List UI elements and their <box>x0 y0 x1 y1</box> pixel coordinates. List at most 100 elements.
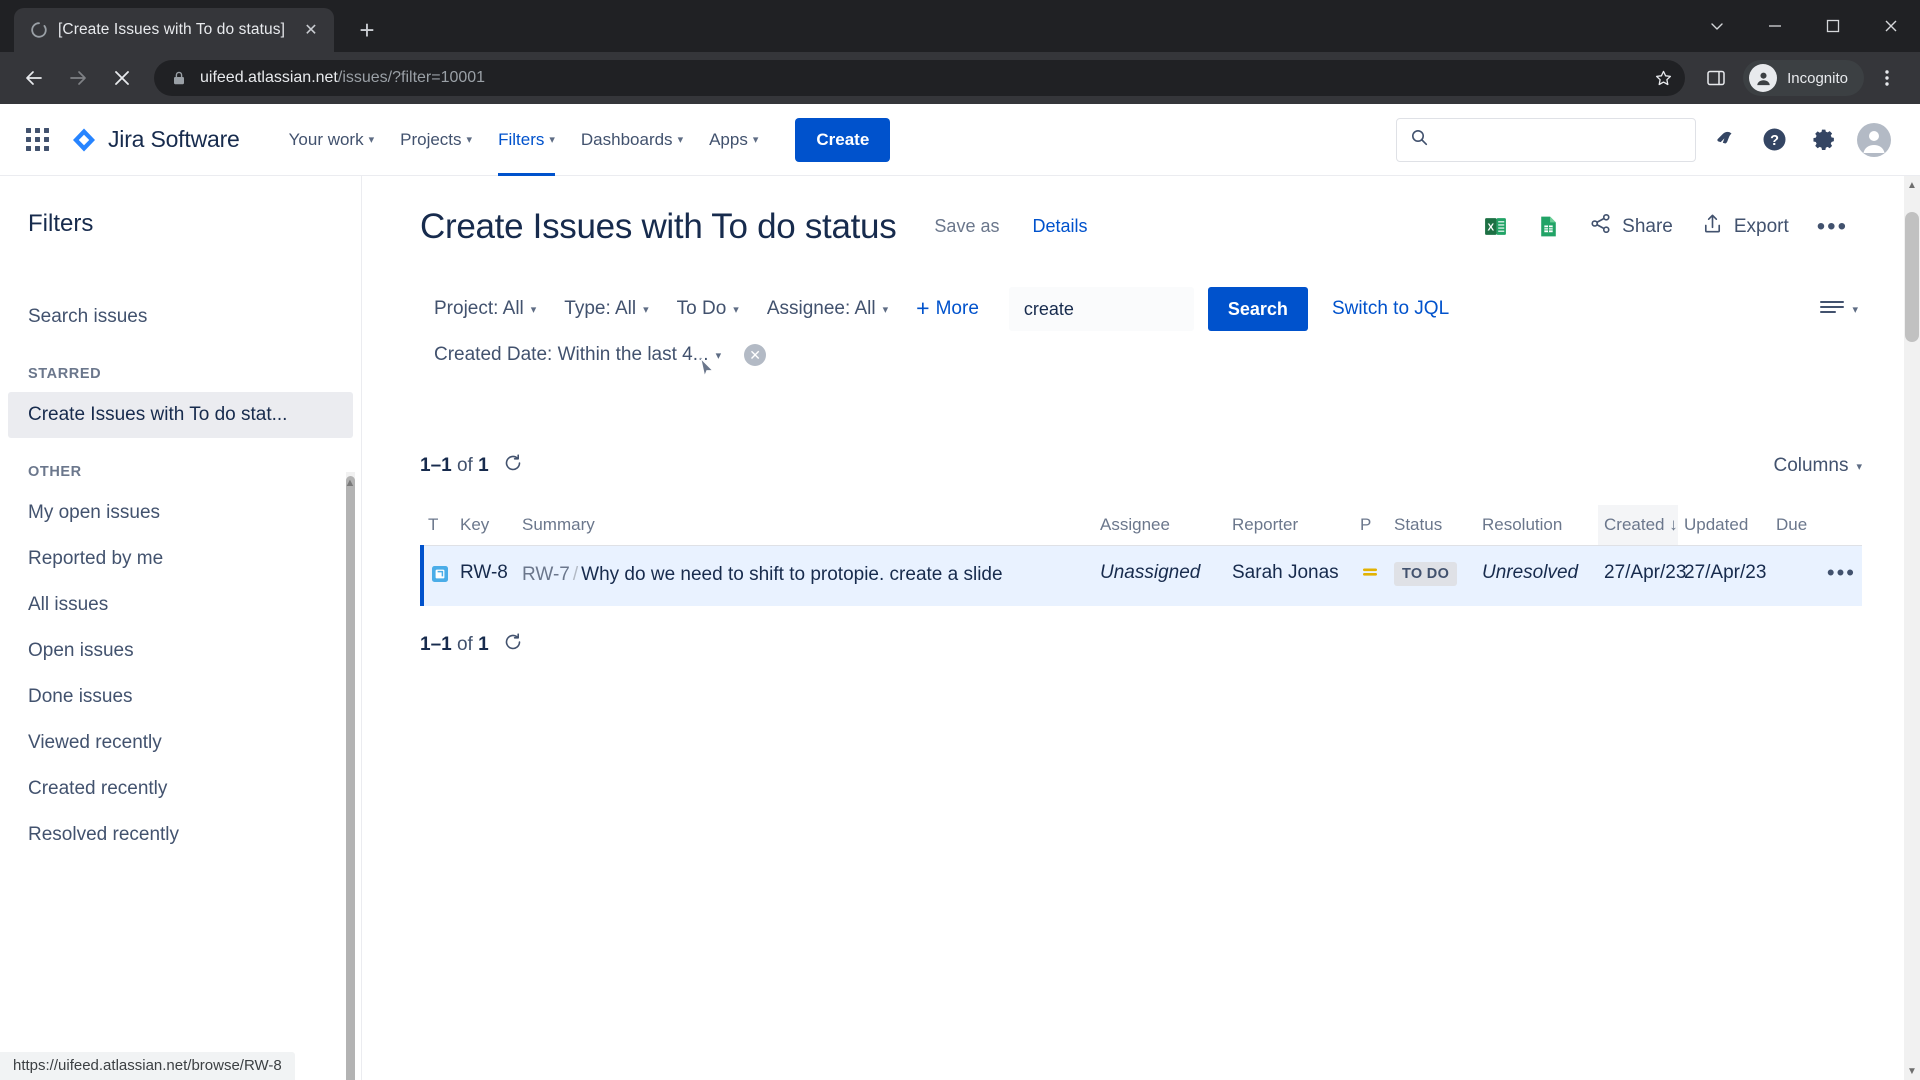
bookmark-star-icon[interactable] <box>1654 69 1673 88</box>
chevron-down-icon: ▾ <box>752 134 759 146</box>
create-button[interactable]: Create <box>795 117 891 162</box>
filter-chip-status[interactable]: To Do ▾ <box>663 289 753 329</box>
cell-priority <box>1354 546 1388 607</box>
issues-table: T Key Summary Assignee Reporter P Status… <box>420 505 1862 606</box>
plus-icon: + <box>916 294 930 321</box>
nav-item-filters[interactable]: Filters ▾ <box>485 104 568 176</box>
columns-button[interactable]: Columns ▾ <box>1773 455 1862 477</box>
reporter-value: Sarah Jonas <box>1232 562 1339 583</box>
parent-issue-key-link[interactable]: RW-7 <box>522 564 570 585</box>
sidebar-item-create-issues-to-do[interactable]: Create Issues with To do stat... <box>8 392 353 438</box>
column-header-created[interactable]: Created ↓ <box>1598 505 1678 546</box>
results-count-top: 1–1 of 1 <box>420 453 523 479</box>
switch-to-jql-link[interactable]: Switch to JQL <box>1332 298 1449 320</box>
column-header-priority[interactable]: P <box>1354 505 1388 546</box>
more-actions-label: ••• <box>1816 212 1848 240</box>
scroll-up-icon[interactable]: ▲ <box>342 476 358 490</box>
back-icon[interactable] <box>14 58 54 98</box>
close-window-button[interactable] <box>1862 0 1920 52</box>
issue-summary-link[interactable]: Why do we need to shift to protopie. cre… <box>581 564 1002 585</box>
share-button[interactable]: Share <box>1575 204 1687 249</box>
excel-export-icon[interactable]: X <box>1469 206 1522 247</box>
table-header-row: T Key Summary Assignee Reporter P Status… <box>422 505 1862 546</box>
cell-updated: 27/Apr/23 <box>1684 562 1767 583</box>
google-sheets-export-icon[interactable] <box>1522 206 1575 247</box>
contains-text-input[interactable] <box>1023 298 1179 320</box>
details-button[interactable]: Details <box>1032 216 1087 237</box>
forward-icon[interactable] <box>58 58 98 98</box>
clear-filter-icon[interactable]: ✕ <box>744 344 767 366</box>
sidebar-item-viewed-recently[interactable]: Viewed recently <box>0 720 361 766</box>
filter-chip-project[interactable]: Project: All ▾ <box>420 289 550 329</box>
sidebar-item-search-issues[interactable]: Search issues <box>0 294 361 340</box>
sidebar-item-reported-by-me[interactable]: Reported by me <box>0 536 361 582</box>
new-tab-button[interactable]: + <box>348 11 386 49</box>
row-actions-button[interactable]: ••• <box>1827 562 1856 584</box>
address-bar[interactable]: uifeed.atlassian.net/issues/?filter=1000… <box>154 60 1686 96</box>
filter-chip-type[interactable]: Type: All ▾ <box>550 289 662 329</box>
page-scrollbar-thumb[interactable] <box>1905 212 1919 342</box>
sidebar-item-open-issues[interactable]: Open issues <box>0 628 361 674</box>
sidebar-item-resolved-recently[interactable]: Resolved recently <box>0 812 361 858</box>
search-icon <box>1411 129 1428 151</box>
help-circle-icon[interactable]: ? <box>1752 118 1796 162</box>
column-header-key[interactable]: Key <box>454 505 516 546</box>
global-search-box[interactable] <box>1396 117 1696 162</box>
notifications-bell-icon[interactable] <box>1702 118 1746 162</box>
maximize-button[interactable] <box>1804 0 1862 52</box>
results-range: 1–1 <box>420 455 452 476</box>
global-search-input[interactable] <box>1437 130 1681 149</box>
table-row[interactable]: RW-8 RW-7/Why do we need to shift to pro… <box>420 545 1862 607</box>
sidebar-title: Filters <box>28 210 94 237</box>
cell-type <box>420 545 454 606</box>
view-mode-switcher[interactable]: ▾ <box>1819 299 1862 320</box>
column-header-due[interactable]: Due <box>1770 505 1862 546</box>
jira-logo[interactable]: Jira Software <box>71 126 240 153</box>
gear-icon[interactable] <box>1802 118 1846 162</box>
account-avatar-icon[interactable] <box>1852 118 1896 162</box>
stop-loading-icon[interactable] <box>102 58 142 98</box>
column-header-status[interactable]: Status <box>1388 505 1476 546</box>
sidebar-item-created-recently[interactable]: Created recently <box>0 766 361 812</box>
incognito-profile-button[interactable]: Incognito <box>1743 60 1864 96</box>
export-label: Export <box>1733 215 1789 237</box>
apps-grid-icon[interactable] <box>26 128 49 151</box>
save-as-button[interactable]: Save as <box>934 216 999 237</box>
nav-item-dashboards[interactable]: Dashboards ▾ <box>568 104 696 176</box>
contains-text-field[interactable] <box>1008 287 1194 331</box>
export-button[interactable]: Export <box>1687 204 1803 249</box>
more-actions-button[interactable]: ••• <box>1803 207 1862 247</box>
filter-chip-assignee[interactable]: Assignee: All ▾ <box>753 289 902 329</box>
chrome-menu-icon[interactable] <box>1868 59 1906 97</box>
sidebar-scrollbar-thumb[interactable] <box>346 476 355 1080</box>
browser-tab[interactable]: [Create Issues with To do status] ✕ <box>14 8 334 52</box>
sidebar-item-my-open-issues[interactable]: My open issues <box>0 490 361 536</box>
refresh-icon[interactable] <box>503 453 523 479</box>
issue-key-link[interactable]: RW-8 <box>460 562 508 583</box>
scroll-up-icon[interactable]: ▲ <box>1904 176 1920 194</box>
minimize-button[interactable] <box>1746 0 1804 52</box>
column-header-type[interactable]: T <box>422 505 454 546</box>
column-header-assignee[interactable]: Assignee <box>1094 505 1226 546</box>
column-header-resolution[interactable]: Resolution <box>1476 505 1598 546</box>
column-header-updated[interactable]: Updated <box>1678 505 1770 546</box>
column-header-summary[interactable]: Summary <box>516 505 1094 546</box>
page-title: Create Issues with To do status <box>420 206 897 246</box>
sidebar-item-done-issues[interactable]: Done issues <box>0 674 361 720</box>
nav-item-projects[interactable]: Projects ▾ <box>387 104 485 176</box>
nav-item-your-work[interactable]: Your work ▾ <box>276 104 388 176</box>
side-panel-icon[interactable] <box>1697 59 1735 97</box>
scroll-down-icon[interactable]: ▼ <box>1904 1062 1920 1080</box>
column-header-created-label: Created <box>1604 515 1665 534</box>
sidebar-item-all-issues[interactable]: All issues <box>0 582 361 628</box>
close-icon[interactable]: ✕ <box>298 17 324 43</box>
refresh-icon[interactable] <box>503 632 523 658</box>
column-header-reporter[interactable]: Reporter <box>1226 505 1354 546</box>
filter-chip-created-date[interactable]: Created Date: Within the last 4... ▾ <box>420 335 735 375</box>
tab-search-chevron-icon[interactable] <box>1688 0 1746 52</box>
svg-text:?: ? <box>1770 133 1779 149</box>
filters-sidebar: Filters Search issues STARRED Create Iss… <box>0 176 362 1080</box>
more-filters-button[interactable]: + More <box>902 289 993 330</box>
search-button[interactable]: Search <box>1207 287 1308 331</box>
nav-item-apps[interactable]: Apps ▾ <box>696 104 771 176</box>
